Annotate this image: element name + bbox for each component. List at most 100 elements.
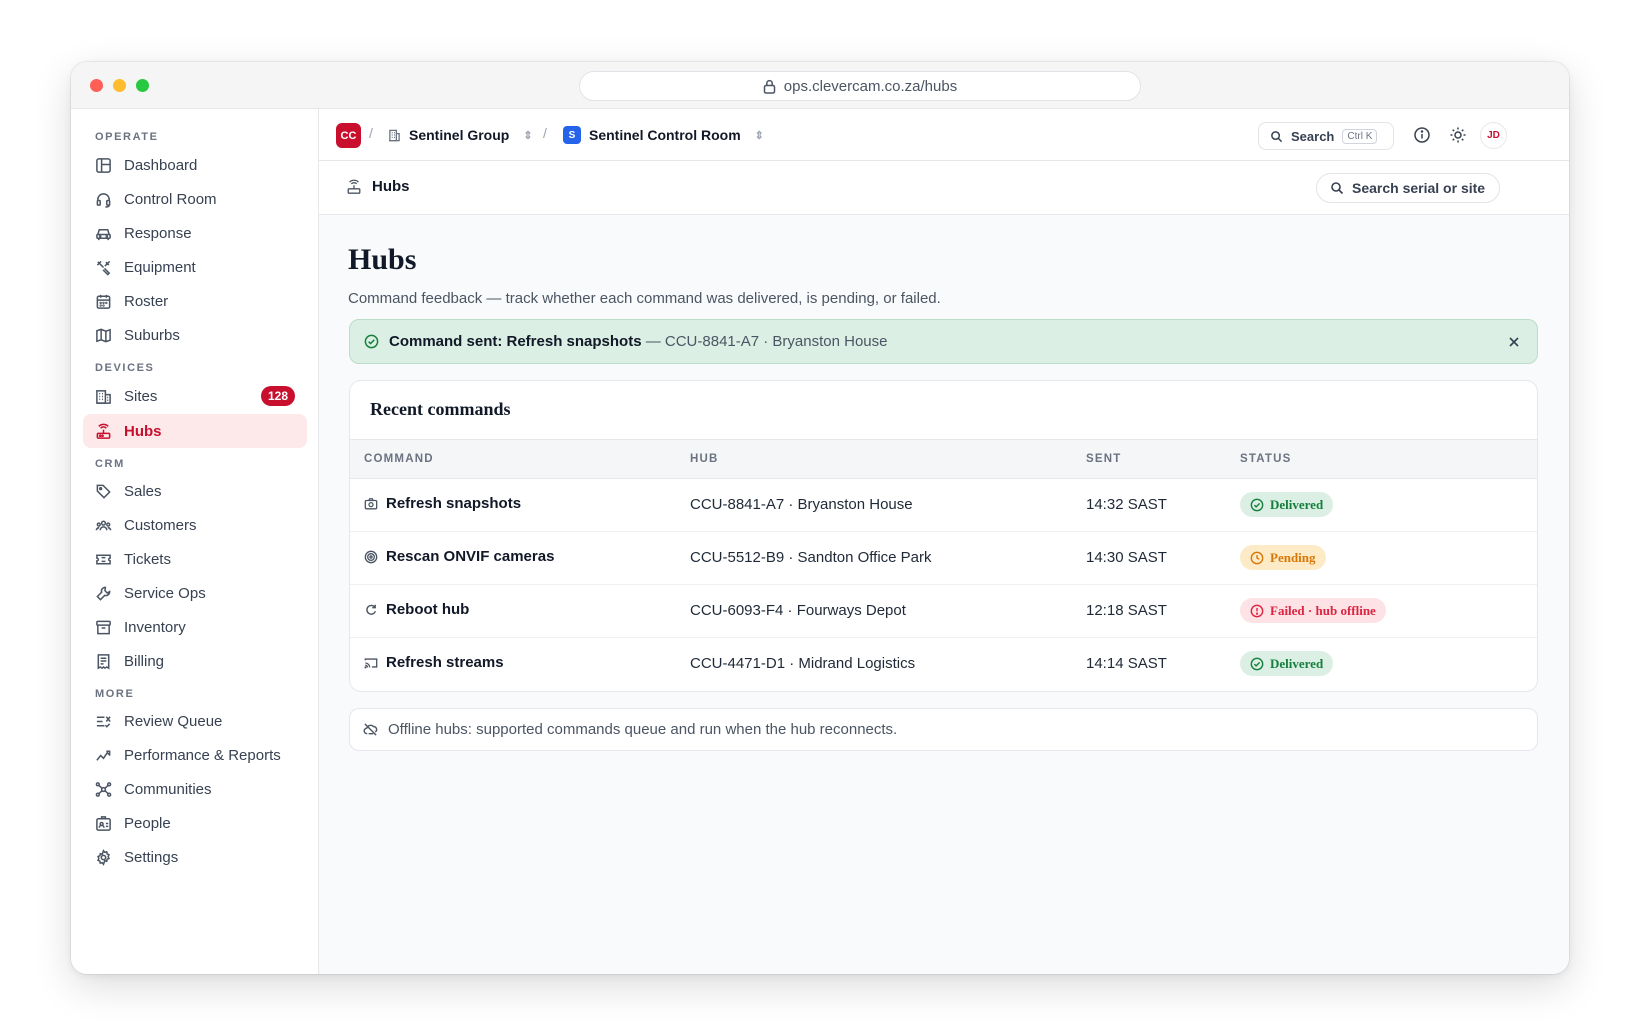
control-room-switcher[interactable]: S Sentinel Control Room ⇕: [563, 123, 764, 147]
sidebar-item-label: Hubs: [124, 422, 162, 440]
hub-cell: CCU-5512-B9 · Sandton Office Park: [690, 549, 932, 566]
address-bar[interactable]: ops.clevercam.co.za/hubs: [579, 71, 1141, 101]
wrench-icon: [95, 585, 112, 602]
close-icon[interactable]: [1505, 333, 1523, 351]
refresh-icon: [364, 603, 378, 617]
headset-icon: [95, 191, 112, 208]
sidebar-item-roster[interactable]: Roster: [83, 284, 307, 318]
sidebar-item-customers[interactable]: Customers: [83, 508, 307, 542]
maximize-window-button[interactable]: [136, 79, 149, 92]
users-icon: [95, 517, 112, 534]
sidebar-section-devices: DEVICES: [95, 362, 155, 374]
sidebar-item-label: Performance & Reports: [124, 746, 281, 764]
sites-count-badge: 128: [260, 386, 295, 406]
sidebar-item-label: Control Room: [124, 190, 217, 208]
sidebar-item-communities[interactable]: Communities: [83, 772, 307, 806]
sent-cell: 14:32 SAST: [1086, 496, 1167, 513]
status-badge: Failed · hub offline: [1240, 598, 1386, 623]
sidebar-item-label: Roster: [124, 292, 169, 310]
table-row[interactable]: Refresh snapshots CCU-8841-A7 · Bryansto…: [350, 479, 1537, 532]
sidebar-item-control-room[interactable]: Control Room: [83, 182, 307, 216]
org-logo[interactable]: CC: [336, 123, 361, 148]
page-header-title: Hubs: [346, 178, 410, 195]
sidebar-item-label: Communities: [124, 780, 212, 798]
command-label: Refresh streams: [386, 654, 504, 671]
close-window-button[interactable]: [90, 79, 103, 92]
map-icon: [95, 327, 112, 344]
sidebar-item-performance-reports[interactable]: Performance & Reports: [83, 738, 307, 772]
sidebar-item-billing[interactable]: Billing: [83, 644, 307, 678]
column-header-sent: SENT: [1086, 453, 1122, 465]
building-icon: [95, 388, 112, 405]
sidebar-item-sites[interactable]: Sites 128: [83, 379, 307, 413]
breadcrumb-separator: /: [543, 125, 547, 141]
sidebar-item-service-ops[interactable]: Service Ops: [83, 576, 307, 610]
sidebar-item-label: People: [124, 814, 171, 832]
status-badge: Delivered: [1240, 492, 1334, 517]
sidebar-item-settings[interactable]: Settings: [83, 840, 307, 874]
toast-title: Command sent: Refresh snapshots: [389, 333, 642, 350]
table-row[interactable]: Rescan ONVIF cameras CCU-5512-B9 · Sandt…: [350, 532, 1537, 585]
status-badge: Pending: [1240, 545, 1326, 570]
control-room-name: Sentinel Control Room: [589, 127, 741, 143]
card-title: Recent commands: [370, 399, 511, 419]
org-switcher[interactable]: Sentinel Group ⇕: [388, 123, 533, 147]
theme-toggle-icon[interactable]: [1448, 125, 1468, 145]
sidebar-item-review-queue[interactable]: Review Queue: [83, 704, 307, 738]
column-header-hub: HUB: [690, 453, 719, 465]
offline-note-text: Offline hubs: supported commands queue a…: [388, 721, 898, 738]
command-label: Rescan ONVIF cameras: [386, 548, 555, 565]
router-icon: [346, 179, 362, 195]
org-name: Sentinel Group: [409, 127, 510, 143]
gear-icon: [95, 848, 112, 866]
page-header-label: Hubs: [372, 178, 410, 195]
sidebar-item-label: Service Ops: [124, 584, 206, 602]
lock-icon: [763, 79, 776, 94]
sidebar-item-label: Equipment: [124, 258, 196, 276]
alert-circle-icon: [1250, 604, 1264, 618]
receipt-icon: [95, 653, 112, 670]
search-shortcut: Ctrl K: [1342, 128, 1378, 144]
main-content: Hubs Command feedback — track whether ea…: [319, 215, 1569, 974]
sent-cell: 14:14 SAST: [1086, 655, 1167, 672]
search-icon: [1270, 130, 1283, 143]
table-header: COMMAND HUB SENT STATUS: [350, 439, 1537, 479]
command-cell: Rescan ONVIF cameras: [364, 548, 554, 565]
archive-icon: [95, 619, 112, 636]
sidebar-section-operate: OPERATE: [95, 131, 159, 143]
sidebar-item-sales[interactable]: Sales: [83, 474, 307, 508]
recent-commands-card: Recent commands COMMAND HUB SENT STATUS …: [349, 380, 1538, 692]
calendar-icon: [95, 293, 112, 310]
sidebar-item-tickets[interactable]: Tickets: [83, 542, 307, 576]
sidebar-item-response[interactable]: Response: [83, 216, 307, 250]
status-label: Failed · hub offline: [1270, 602, 1376, 618]
avatar[interactable]: JD: [1480, 122, 1507, 149]
sidebar-item-equipment[interactable]: Equipment: [83, 250, 307, 284]
serial-search-input[interactable]: Search serial or site: [1316, 173, 1500, 203]
sent-cell: 12:18 SAST: [1086, 602, 1167, 619]
table-row[interactable]: Reboot hub CCU-6093-F4 · Fourways Depot …: [350, 585, 1537, 638]
chevron-updown-icon: ⇕: [523, 129, 533, 142]
ticket-icon: [95, 551, 112, 568]
sidebar-item-suburbs[interactable]: Suburbs: [83, 318, 307, 352]
sidebar-item-label: Tickets: [124, 550, 171, 568]
command-cell: Refresh streams: [364, 654, 504, 671]
page-header: Hubs Search serial or site: [319, 161, 1569, 215]
info-icon[interactable]: [1412, 125, 1432, 145]
offline-hubs-note: Offline hubs: supported commands queue a…: [349, 708, 1538, 751]
global-search-button[interactable]: Search Ctrl K: [1258, 122, 1394, 150]
sidebar-item-inventory[interactable]: Inventory: [83, 610, 307, 644]
status-label: Pending: [1270, 549, 1316, 565]
clock-icon: [1250, 551, 1264, 565]
search-icon: [1330, 181, 1344, 195]
sidebar-item-hubs[interactable]: Hubs: [83, 414, 307, 448]
status-badge: Delivered: [1240, 651, 1334, 676]
hub-cell: CCU-6093-F4 · Fourways Depot: [690, 602, 906, 619]
minimize-window-button[interactable]: [113, 79, 126, 92]
sidebar-item-people[interactable]: People: [83, 806, 307, 840]
hub-cell: CCU-8841-A7 · Bryanston House: [690, 496, 913, 513]
table-row[interactable]: Refresh streams CCU-4471-D1 · Midrand Lo…: [350, 638, 1537, 691]
sidebar-item-label: Suburbs: [124, 326, 180, 344]
sidebar-item-dashboard[interactable]: Dashboard: [83, 148, 307, 182]
address-url: ops.clevercam.co.za/hubs: [783, 77, 958, 95]
